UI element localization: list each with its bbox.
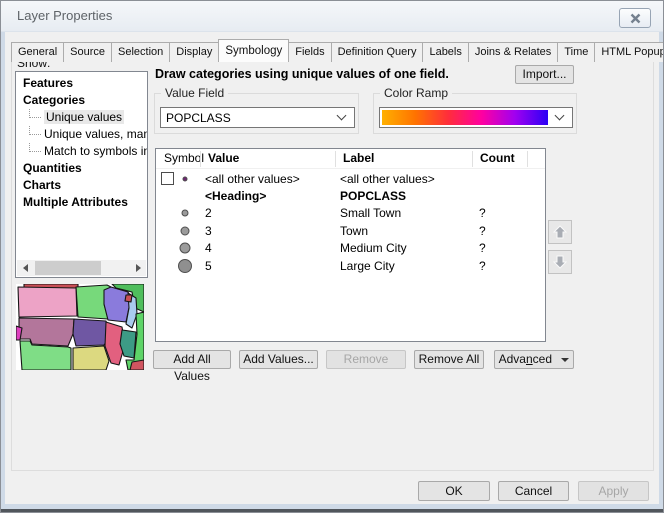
color-ramp-dropdown[interactable] <box>379 107 573 128</box>
tab-labels[interactable]: Labels <box>422 42 468 62</box>
dropdown-caret-icon <box>561 358 569 362</box>
instruction-text: Draw categories using unique values of o… <box>155 67 449 81</box>
apply-button[interactable]: Apply <box>578 481 649 501</box>
scroll-left-icon[interactable] <box>17 260 33 276</box>
map-preview <box>16 284 144 370</box>
move-up-button[interactable] <box>548 220 572 244</box>
tab-time[interactable]: Time <box>557 42 595 62</box>
table-row[interactable]: 4 Medium City ? <box>156 240 545 257</box>
tree-item-charts[interactable]: Charts <box>16 177 147 194</box>
table-row[interactable]: 3 Town ? <box>156 222 545 239</box>
tab-general[interactable]: General <box>11 42 64 62</box>
add-values-button[interactable]: Add Values... <box>239 350 318 369</box>
tree-item-unique-values[interactable]: Unique values <box>16 109 147 126</box>
chevron-down-icon <box>337 111 347 121</box>
column-symbol[interactable]: Symbol <box>164 151 204 165</box>
table-row[interactable]: <all other values> <all other values> <box>156 170 545 187</box>
tree-elbow-icon <box>29 109 41 118</box>
tab-fields[interactable]: Fields <box>288 42 331 62</box>
column-divider <box>200 151 201 167</box>
tab-strip: General Source Selection Display Symbolo… <box>11 39 664 62</box>
symbol-dot-icon[interactable] <box>178 259 192 273</box>
close-icon <box>630 13 641 24</box>
categories-table: Symbol Value Label Count <all other valu… <box>155 148 546 342</box>
symbol-dot-icon[interactable] <box>180 243 191 254</box>
column-count[interactable]: Count <box>480 151 515 165</box>
column-divider <box>472 151 473 167</box>
tab-joins-relates[interactable]: Joins & Relates <box>468 42 558 62</box>
table-row[interactable]: 2 Small Town ? <box>156 205 545 222</box>
remove-button[interactable]: Remove <box>326 350 406 369</box>
all-other-values-checkbox[interactable] <box>161 172 174 185</box>
table-row[interactable]: 5 Large City ? <box>156 257 545 274</box>
remove-all-button[interactable]: Remove All <box>414 350 484 369</box>
show-tree: Features Categories Unique values Unique… <box>15 71 148 278</box>
value-field-value: POPCLASS <box>161 111 338 125</box>
tree-item-match-symbols[interactable]: Match to symbols in a <box>16 143 147 160</box>
scrollbar-thumb[interactable] <box>35 261 101 275</box>
tree-elbow-icon <box>29 143 41 152</box>
column-divider <box>335 151 336 167</box>
tab-html-popup[interactable]: HTML Popup <box>594 42 664 62</box>
column-value[interactable]: Value <box>208 151 239 165</box>
tab-selection[interactable]: Selection <box>111 42 170 62</box>
tab-source[interactable]: Source <box>63 42 112 62</box>
value-field-dropdown[interactable]: POPCLASS <box>160 107 355 128</box>
tree-item-features[interactable]: Features <box>16 75 147 92</box>
window-title: Layer Properties <box>17 1 112 31</box>
table-rows: <all other values> <all other values> <H… <box>156 170 545 274</box>
arrow-down-icon <box>552 254 568 270</box>
symbol-dot-icon[interactable] <box>182 210 189 217</box>
tree-item-categories[interactable]: Categories <box>16 92 147 109</box>
chevron-down-icon <box>555 111 565 121</box>
move-down-button[interactable] <box>548 250 572 274</box>
column-label[interactable]: Label <box>343 151 374 165</box>
tree-item-quantities[interactable]: Quantities <box>16 160 147 177</box>
value-field-group: Value Field POPCLASS <box>154 93 359 134</box>
color-ramp-swatch <box>382 110 548 125</box>
tree-item-unique-values-many[interactable]: Unique values, many <box>16 126 147 143</box>
tab-display[interactable]: Display <box>169 42 219 62</box>
symbol-dot-icon[interactable] <box>183 176 188 181</box>
tab-definition-query[interactable]: Definition Query <box>331 42 424 62</box>
layer-properties-dialog: Layer Properties General Source Selectio… <box>0 0 664 513</box>
color-ramp-label: Color Ramp <box>380 86 452 100</box>
scroll-right-icon[interactable] <box>130 260 146 276</box>
tree-item-multiple-attributes[interactable]: Multiple Attributes <box>16 194 147 211</box>
tab-symbology[interactable]: Symbology <box>218 39 289 62</box>
advanced-button[interactable]: Advanced <box>494 350 574 369</box>
title-bar: Layer Properties <box>1 1 663 32</box>
value-field-label: Value Field <box>161 86 228 100</box>
column-divider <box>527 151 528 167</box>
import-button[interactable]: Import... <box>515 65 574 84</box>
arrow-up-icon <box>552 224 568 240</box>
ok-button[interactable]: OK <box>418 481 490 501</box>
table-row-heading[interactable]: <Heading> POPCLASS <box>156 187 545 204</box>
cancel-button[interactable]: Cancel <box>498 481 569 501</box>
color-ramp-group: Color Ramp <box>373 93 577 134</box>
table-header: Symbol Value Label Count <box>156 149 545 169</box>
close-button[interactable] <box>619 8 651 28</box>
add-all-values-button[interactable]: Add All Values <box>153 350 231 369</box>
tree-elbow-icon <box>29 126 41 135</box>
symbol-dot-icon[interactable] <box>181 226 190 235</box>
tree-horizontal-scrollbar[interactable] <box>17 260 146 276</box>
